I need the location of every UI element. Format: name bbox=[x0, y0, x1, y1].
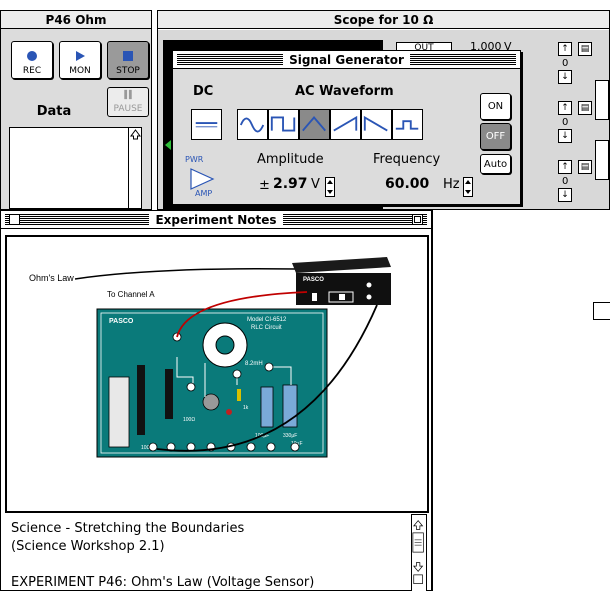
settings-icon-2[interactable]: ▤ bbox=[578, 101, 592, 115]
offset-value-3: 0 bbox=[562, 176, 569, 187]
scope-titlebar[interactable]: Scope for 10 Ω bbox=[158, 11, 609, 29]
ramp-up-wave-icon bbox=[333, 115, 358, 132]
ac-waveform-label: AC Waveform bbox=[295, 84, 394, 99]
stop-button[interactable]: STOP bbox=[107, 41, 149, 79]
frequency-stepper[interactable] bbox=[463, 177, 473, 197]
board-brand: PASCO bbox=[109, 318, 134, 325]
triangle-wave-button[interactable] bbox=[299, 109, 330, 140]
rlc-circuit-board: PASCO Model CI-6512 RLC Circuit 8.2mH 10… bbox=[96, 291, 378, 458]
auto-button[interactable]: Auto bbox=[480, 154, 511, 174]
off-button-label: OFF bbox=[485, 131, 506, 142]
signal-generator-titlebar[interactable]: Signal Generator bbox=[173, 51, 520, 69]
pause-icon bbox=[124, 89, 132, 100]
settings-icon-1[interactable]: ▤ bbox=[578, 42, 592, 56]
experiment-notes-window: Experiment Notes Ohm's Law To Channel A … bbox=[0, 210, 432, 591]
amplitude-value[interactable]: 2.97 bbox=[273, 176, 308, 192]
triangle-wave-icon bbox=[302, 116, 326, 132]
circuit-diagram: Ohm's Law To Channel A PASCO PASCO Model bbox=[29, 257, 391, 458]
settings-icon-3[interactable]: ▤ bbox=[578, 160, 592, 174]
offset-down-button-1[interactable]: ↓ bbox=[558, 70, 572, 84]
ramp-down-wave-button[interactable] bbox=[361, 109, 392, 140]
rec-button-label: REC bbox=[22, 66, 42, 76]
rec-button[interactable]: REC bbox=[11, 41, 53, 79]
close-box-icon[interactable] bbox=[9, 214, 20, 225]
pause-button[interactable]: PAUSE bbox=[107, 87, 149, 117]
notes-line-4: EXPERIMENT P46: Ohm's Law (Voltage Senso… bbox=[11, 575, 315, 590]
square-wave-button[interactable] bbox=[268, 109, 299, 140]
frequency-label: Frequency bbox=[373, 152, 441, 167]
scope-window-title: Scope for 10 Ω bbox=[327, 12, 440, 27]
amplitude-sign: ± bbox=[259, 178, 270, 193]
scroll-up-arrow-icon[interactable] bbox=[129, 128, 142, 141]
circuit-diagram-frame: Ohm's Law To Channel A PASCO PASCO Model bbox=[5, 235, 429, 513]
offset-value-1: 0 bbox=[562, 58, 569, 69]
notes-line-1: Science - Stretching the Boundaries bbox=[11, 521, 245, 536]
resistor-label-100: 100Ω bbox=[183, 417, 195, 423]
amplitude-stepper[interactable] bbox=[325, 177, 335, 197]
frequency-value[interactable]: 60.00 bbox=[385, 176, 429, 192]
p46-window-title: P46 Ohm bbox=[39, 12, 113, 27]
dc-line-icon bbox=[195, 122, 218, 128]
on-button-label: ON bbox=[487, 101, 504, 112]
notes-titlebar[interactable]: Experiment Notes bbox=[1, 211, 431, 229]
notes-line-2: (Science Workshop 2.1) bbox=[11, 539, 165, 554]
data-label: Data bbox=[36, 104, 72, 119]
notes-line-3 bbox=[11, 556, 404, 574]
interface-brand: PASCO bbox=[303, 277, 324, 283]
notes-title: Experiment Notes bbox=[149, 212, 283, 227]
positive-square-wave-icon bbox=[395, 120, 419, 130]
ramp-down-wave-icon bbox=[363, 115, 388, 132]
sine-wave-icon bbox=[239, 117, 265, 133]
off-button[interactable]: OFF bbox=[480, 123, 511, 150]
cap-label-330: 330μF bbox=[283, 433, 297, 439]
p46-window: P46 Ohm REC MON STOP PAUSE Data bbox=[0, 10, 152, 210]
scope-trigger-control[interactable] bbox=[595, 80, 609, 120]
offset-up-button-1[interactable]: ↑ bbox=[558, 42, 572, 56]
inductor-label: 8.2mH bbox=[245, 361, 263, 367]
hidden-window-edge bbox=[593, 302, 610, 320]
square-wave-icon bbox=[270, 116, 296, 132]
offset-down-button-3[interactable]: ↓ bbox=[558, 188, 572, 202]
positive-square-wave-button[interactable] bbox=[392, 109, 423, 140]
pwr-label: PWR bbox=[185, 155, 204, 164]
resistor-label-1k: 1k bbox=[243, 405, 249, 411]
amplitude-label: Amplitude bbox=[257, 152, 324, 167]
offset-up-button-3[interactable]: ↑ bbox=[558, 160, 572, 174]
dc-label: DC bbox=[193, 84, 214, 99]
mon-button[interactable]: MON bbox=[59, 41, 101, 79]
workspace-background bbox=[432, 210, 610, 591]
signal-interface-device: PASCO bbox=[292, 257, 391, 305]
p46-titlebar[interactable]: P46 Ohm bbox=[1, 11, 151, 29]
data-list[interactable] bbox=[9, 127, 142, 209]
offset-down-button-2[interactable]: ↓ bbox=[558, 129, 572, 143]
ohms-law-label: Ohm's Law bbox=[29, 273, 74, 283]
mon-button-label: MON bbox=[69, 66, 91, 76]
dc-waveform-button[interactable] bbox=[191, 109, 222, 140]
offset-value-2: 0 bbox=[562, 117, 569, 128]
sine-wave-button[interactable] bbox=[237, 109, 268, 140]
channel-label: To Channel A bbox=[107, 290, 155, 299]
record-icon bbox=[27, 51, 37, 61]
notes-scrollbar[interactable] bbox=[411, 514, 427, 591]
signal-generator-window: Signal Generator DC AC Waveform ON OFF A… bbox=[172, 50, 521, 205]
on-button[interactable]: ON bbox=[480, 93, 511, 120]
zoom-box-icon[interactable] bbox=[412, 214, 423, 225]
offset-up-button-2[interactable]: ↑ bbox=[558, 101, 572, 115]
pause-button-label: PAUSE bbox=[113, 104, 143, 114]
board-model-line1: Model CI-6512 bbox=[247, 317, 287, 323]
scope-trigger-control-2[interactable] bbox=[595, 140, 609, 180]
data-list-scrollbar[interactable] bbox=[128, 128, 141, 208]
auto-button-label: Auto bbox=[483, 158, 508, 170]
ramp-up-wave-button[interactable] bbox=[330, 109, 361, 140]
frequency-unit: Hz bbox=[443, 177, 460, 192]
notes-text-area[interactable]: Science - Stretching the Boundaries (Sci… bbox=[5, 516, 410, 591]
amp-label: AMP bbox=[195, 189, 213, 198]
play-icon bbox=[76, 51, 85, 61]
stop-icon bbox=[123, 51, 133, 61]
stop-button-label: STOP bbox=[116, 66, 140, 76]
signal-generator-title: Signal Generator bbox=[283, 52, 410, 67]
board-model-line2: RLC Circuit bbox=[251, 325, 282, 331]
notes-scrollbar-arrows bbox=[412, 520, 424, 584]
amplitude-unit: V bbox=[311, 177, 320, 192]
